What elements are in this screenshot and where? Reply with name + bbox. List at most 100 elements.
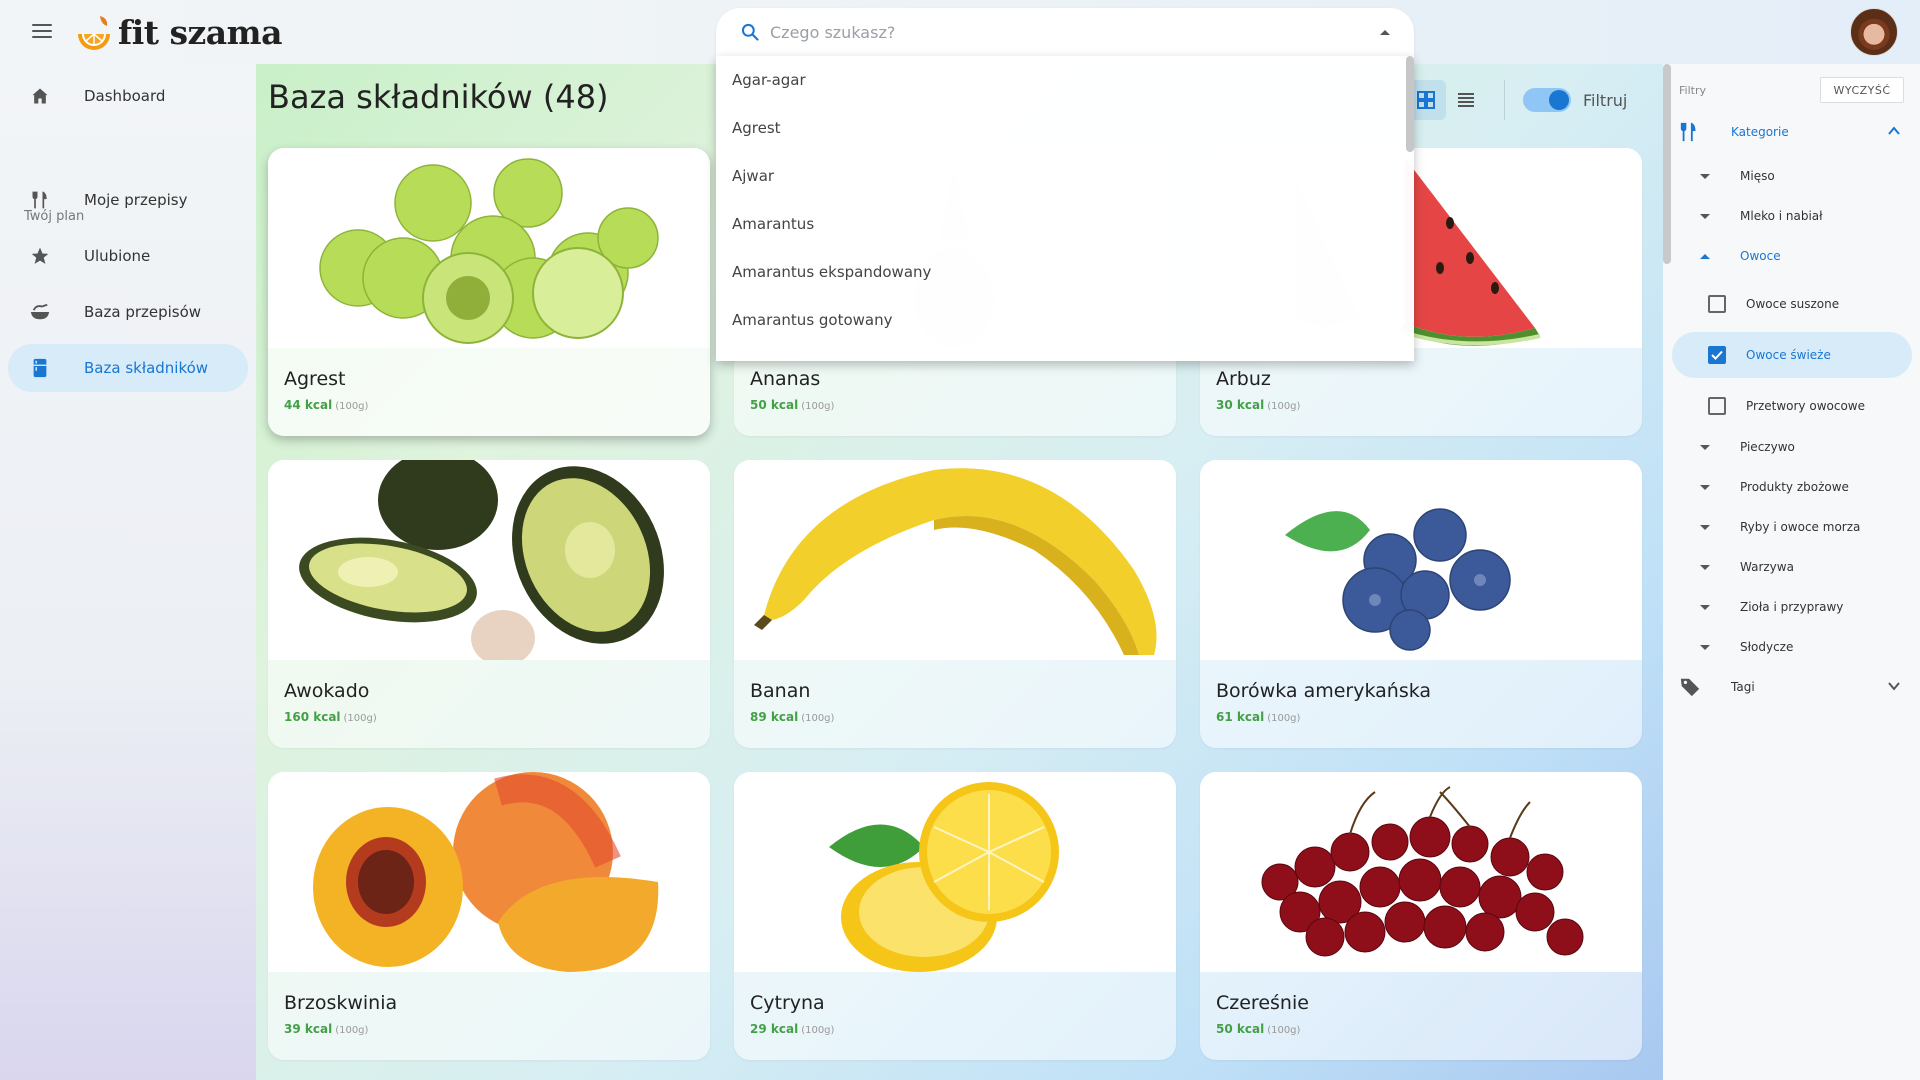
filter-category-mleko[interactable]: Mleko i nabiał — [1663, 198, 1913, 234]
list-view-button[interactable] — [1446, 80, 1486, 120]
ingredient-kcal: 50 kcal (100g) — [750, 398, 834, 412]
brand-name: fit szama — [118, 12, 282, 52]
tag-icon — [1679, 676, 1701, 698]
checkbox[interactable] — [1708, 397, 1726, 415]
sidebar-item-label: Ulubione — [84, 247, 151, 265]
filter-category-ryby[interactable]: Ryby i owoce morza — [1663, 509, 1913, 545]
chevron-up-icon[interactable] — [1887, 124, 1901, 141]
ingredient-kcal: 61 kcal (100g) — [1216, 710, 1300, 724]
caret-down-icon — [1700, 524, 1710, 530]
filter-category-pieczywo[interactable]: Pieczywo — [1663, 429, 1913, 465]
kcal-value: 89 kcal — [750, 710, 799, 724]
checkmark-icon — [1711, 350, 1723, 360]
suggestion-item[interactable]: Amarantus ekspandowany — [716, 248, 1414, 296]
chevron-down-icon[interactable] — [1887, 679, 1901, 696]
sidebar: Dashboard Twój plan Moje przepisy Ulubio… — [0, 64, 256, 1080]
clear-filters-button[interactable]: WYCZYŚĆ — [1820, 77, 1904, 103]
home-icon — [20, 86, 60, 106]
checkbox-przetwory-owocowe[interactable]: Przetwory owocowe — [1672, 383, 1912, 429]
checkbox[interactable] — [1708, 295, 1726, 313]
ingredient-card[interactable]: Brzoskwinia 39 kcal (100g) — [268, 772, 710, 1060]
fork-knife-icon — [20, 190, 60, 210]
ingredient-card[interactable]: Agrest 44 kcal (100g) — [268, 148, 710, 436]
checkbox-label: Owoce świeże — [1746, 348, 1831, 362]
dropdown-scrollbar[interactable] — [1406, 56, 1414, 152]
filter-category-mieso[interactable]: Mięso — [1663, 158, 1913, 194]
kcal-unit: (100g) — [343, 713, 377, 724]
ingredient-kcal: 44 kcal (100g) — [284, 398, 368, 412]
top-bar: fit szama — [0, 0, 1920, 64]
ingredient-card[interactable]: Awokado 160 kcal (100g) — [268, 460, 710, 748]
ingredient-kcal: 30 kcal (100g) — [1216, 398, 1300, 412]
category-label: Produkty zbożowe — [1740, 480, 1849, 494]
ingredient-card[interactable]: Borówka amerykańska 61 kcal (100g) — [1200, 460, 1642, 748]
sidebar-item-label: Baza składników — [84, 359, 209, 377]
ingredient-card[interactable]: Czereśnie 50 kcal (100g) — [1200, 772, 1642, 1060]
kcal-value: 44 kcal — [284, 398, 333, 412]
peach-image — [268, 772, 710, 972]
filter-section-tagi[interactable]: Tagi — [1663, 669, 1913, 705]
category-label: Pieczywo — [1740, 440, 1795, 454]
view-toolbar: Filtruj — [1406, 80, 1627, 120]
suggestion-item[interactable]: Ajwar — [716, 152, 1414, 200]
logo[interactable]: fit szama — [74, 8, 282, 56]
filter-category-produkty-zbozowe[interactable]: Produkty zbożowe — [1663, 469, 1913, 505]
kcal-unit: (100g) — [801, 713, 835, 724]
ingredient-card[interactable]: Cytryna 29 kcal (100g) — [734, 772, 1176, 1060]
sidebar-item-baza-przepisow[interactable]: Baza przepisów — [8, 288, 248, 336]
suggestion-item[interactable]: Agrest — [716, 104, 1414, 152]
checkbox-owoce-suszone[interactable]: Owoce suszone — [1672, 281, 1912, 327]
suggestion-item[interactable]: Amarantus gotowany — [716, 296, 1414, 344]
kcal-unit: (100g) — [1267, 401, 1301, 412]
kcal-value: 50 kcal — [750, 398, 799, 412]
list-icon — [1458, 93, 1474, 107]
category-label: Ryby i owoce morza — [1740, 520, 1861, 534]
checkbox-owoce-swieze[interactable]: Owoce świeże — [1672, 332, 1912, 378]
sidebar-item-moje-przepisy[interactable]: Moje przepisy — [8, 176, 248, 224]
ingredient-name: Ananas — [750, 368, 821, 390]
sidebar-item-ulubione[interactable]: Ulubione — [8, 232, 248, 280]
filter-section-kategorie[interactable]: Kategorie — [1663, 114, 1913, 150]
filter-section-label: Tagi — [1731, 680, 1755, 694]
filter-category-owoce[interactable]: Owoce — [1663, 238, 1913, 274]
ingredient-name: Cytryna — [750, 992, 825, 1014]
sidebar-item-dashboard[interactable]: Dashboard — [8, 72, 248, 120]
ingredient-name: Brzoskwinia — [284, 992, 398, 1014]
category-label: Zioła i przyprawy — [1740, 600, 1844, 614]
search-bar[interactable] — [716, 8, 1414, 56]
kcal-value: 50 kcal — [1216, 1022, 1265, 1036]
hamburger-menu-icon[interactable] — [30, 20, 54, 44]
ingredient-name: Agrest — [284, 368, 346, 390]
avocado-image — [268, 460, 710, 660]
suggestion-item[interactable]: Amarantus — [716, 200, 1414, 248]
kcal-unit: (100g) — [335, 1025, 369, 1036]
kcal-unit: (100g) — [1267, 1025, 1301, 1036]
sidebar-item-baza-skladnikow[interactable]: Baza składników — [8, 344, 248, 392]
kcal-value: 160 kcal — [284, 710, 341, 724]
orange-slice-logo-icon — [78, 16, 110, 50]
kcal-unit: (100g) — [801, 401, 835, 412]
ingredient-kcal: 39 kcal (100g) — [284, 1022, 368, 1036]
ingredient-name: Borówka amerykańska — [1216, 680, 1432, 702]
caret-up-icon[interactable] — [1380, 29, 1390, 35]
divider — [1504, 80, 1505, 120]
fork-knife-icon — [1679, 121, 1701, 143]
suggestion-item[interactable]: Agar-agar — [716, 56, 1414, 104]
avatar[interactable] — [1850, 8, 1898, 56]
ingredient-kcal: 160 kcal (100g) — [284, 710, 377, 724]
filter-category-slodycze[interactable]: Słodycze — [1663, 629, 1913, 665]
caret-down-icon — [1700, 444, 1710, 450]
filter-panel: Filtry WYCZYŚĆ Kategorie Mięso Mleko i n… — [1663, 64, 1920, 1080]
fridge-icon — [20, 358, 60, 378]
star-icon — [20, 246, 60, 266]
caret-down-icon — [1700, 604, 1710, 610]
search-input[interactable] — [770, 22, 1380, 42]
checkbox[interactable] — [1708, 346, 1726, 364]
ingredient-name: Awokado — [284, 680, 370, 702]
grid-icon — [1417, 91, 1435, 109]
filter-category-ziola[interactable]: Zioła i przyprawy — [1663, 589, 1913, 625]
ingredient-card[interactable]: Banan 89 kcal (100g) — [734, 460, 1176, 748]
filter-toggle[interactable] — [1523, 88, 1571, 112]
filter-category-warzywa[interactable]: Warzywa — [1663, 549, 1913, 585]
lemon-image — [734, 772, 1176, 972]
